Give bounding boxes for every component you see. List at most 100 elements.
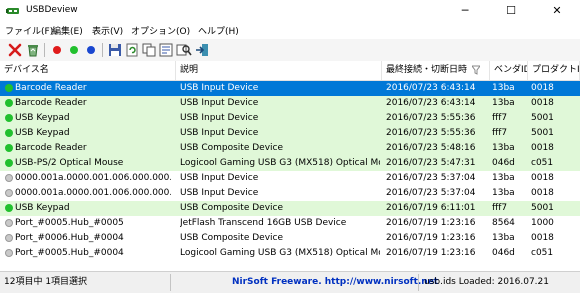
cell-description: USB Input Device xyxy=(180,113,259,123)
cell-product-id: 0018 xyxy=(531,98,554,108)
cell-description: Logicool Gaming USB G3 (MX518) Optical M… xyxy=(180,248,380,258)
cell-product-id: 5001 xyxy=(531,128,554,138)
cell-last-plug-date: 2016/07/19 1:23:16 xyxy=(386,233,476,243)
table-row[interactable]: Barcode Reader USB Composite Device 2016/0… xyxy=(0,141,580,156)
cell-description: USB Input Device xyxy=(180,128,259,138)
maximize-button[interactable]: ☐ xyxy=(488,0,534,22)
cell-vendor-id: fff7 xyxy=(492,128,508,138)
menu-edit[interactable]: 編集(E) xyxy=(52,24,83,37)
menu-file[interactable]: ファイル(F) xyxy=(5,24,53,37)
table-row[interactable]: Barcode Reader USB Input Device 2016/07/23… xyxy=(0,96,580,111)
nirsoft-link[interactable]: NirSoft Freeware. http://www.nirsoft.net xyxy=(232,275,438,290)
cell-description: USB Composite Device xyxy=(180,233,284,243)
table-row[interactable]: Port_#0005.Hub_#0005 JetFlash Transcend 1… xyxy=(0,216,580,231)
cell-description: USB Composite Device xyxy=(180,143,284,153)
exit-icon[interactable] xyxy=(194,42,210,58)
cell-device-name: 0000.001a.0000.001.006.000.000.000.000 xyxy=(15,173,171,183)
cell-last-plug-date: 2016/07/23 5:37:04 xyxy=(386,188,476,198)
table-row[interactable]: USB Keypad USB Input Device 2016/07/23 5:5… xyxy=(0,111,580,126)
device-list[interactable]: デバイス名 説明 最終接続・切断日時 ベンダID プロダクトID Barcode… xyxy=(0,61,580,271)
cell-last-plug-date: 2016/07/23 5:37:04 xyxy=(386,173,476,183)
status-bar: 12項目中 1項目選択 NirSoft Freeware. http://www… xyxy=(0,271,580,293)
red-dot-icon[interactable] xyxy=(49,42,65,58)
blue-dot-icon[interactable] xyxy=(83,42,99,58)
close-button[interactable]: ✕ xyxy=(534,0,580,22)
cell-device-name: USB Keypad xyxy=(15,128,70,138)
connected-status-icon xyxy=(5,99,13,107)
title-bar: USBDeview ─ ☐ ✕ xyxy=(0,0,580,22)
table-row[interactable]: 0000.001a.0000.001.006.000.000.000.000 US… xyxy=(0,171,580,186)
cell-last-plug-date: 2016/07/23 5:48:16 xyxy=(386,143,476,153)
copy-icon[interactable] xyxy=(141,42,157,58)
cell-device-name: USB-PS/2 Optical Mouse xyxy=(15,158,124,168)
window-title: USBDeview xyxy=(26,5,78,15)
delete-x-icon[interactable] xyxy=(7,42,23,58)
cell-description: JetFlash Transcend 16GB USB Device xyxy=(180,218,347,228)
properties-icon[interactable] xyxy=(158,42,174,58)
cell-last-plug-date: 2016/07/19 6:11:01 xyxy=(386,203,476,213)
save-icon[interactable] xyxy=(107,42,123,58)
cell-product-id: 5001 xyxy=(531,113,554,123)
cell-vendor-id: 13ba xyxy=(492,98,515,108)
status-item-count: 12項目中 1項目選択 xyxy=(4,277,88,287)
cell-vendor-id: 046d xyxy=(492,248,515,258)
search-icon[interactable] xyxy=(176,42,192,58)
table-row[interactable]: USB Keypad USB Input Device 2016/07/23 5:5… xyxy=(0,126,580,141)
disconnected-status-icon xyxy=(5,189,13,197)
toolbar-separator xyxy=(102,43,103,57)
cell-description: USB Input Device xyxy=(180,188,259,198)
usbdeview-app-icon xyxy=(6,8,19,14)
table-row[interactable]: Barcode Reader USB Input Device 2016/07/23… xyxy=(0,81,580,96)
disconnected-status-icon xyxy=(5,234,13,242)
column-header-device-name[interactable]: デバイス名 xyxy=(0,61,176,80)
cell-last-plug-date: 2016/07/23 5:47:31 xyxy=(386,158,476,168)
column-header-description[interactable]: 説明 xyxy=(176,61,382,80)
status-usbids-loaded: usb.ids Loaded: 2016.07.21 xyxy=(424,277,549,287)
cell-product-id: 0018 xyxy=(531,143,554,153)
cell-description: USB Input Device xyxy=(180,83,259,93)
table-row[interactable]: 0000.001a.0000.001.006.000.000.000.000 US… xyxy=(0,186,580,201)
cell-description: USB Composite Device xyxy=(180,203,284,213)
table-row[interactable]: USB Keypad USB Composite Device 2016/07/19… xyxy=(0,201,580,216)
connected-status-icon xyxy=(5,84,13,92)
minimize-button[interactable]: ─ xyxy=(442,0,488,22)
cell-vendor-id: 13ba xyxy=(492,143,515,153)
column-header-vendor-id[interactable]: ベンダID xyxy=(490,61,528,80)
menu-help[interactable]: ヘルプ(H) xyxy=(198,24,239,37)
cell-last-plug-date: 2016/07/23 6:43:14 xyxy=(386,83,476,93)
table-row[interactable]: USB-PS/2 Optical Mouse Logicool Gaming US… xyxy=(0,156,580,171)
toolbar-separator xyxy=(44,43,45,57)
cell-vendor-id: 8564 xyxy=(492,218,515,228)
cell-vendor-id: fff7 xyxy=(492,203,508,213)
table-row[interactable]: Port_#0005.Hub_#0004 Logicool Gaming USB … xyxy=(0,246,580,261)
refresh-icon[interactable] xyxy=(124,42,140,58)
status-divider xyxy=(418,274,419,291)
cell-last-plug-date: 2016/07/19 1:23:16 xyxy=(386,248,476,258)
menu-options[interactable]: オプション(O) xyxy=(131,24,190,37)
cell-product-id: c051 xyxy=(531,248,554,258)
connected-status-icon xyxy=(5,114,13,122)
cell-product-id: 0018 xyxy=(531,188,554,198)
cell-device-name: Barcode Reader xyxy=(15,143,87,153)
cell-product-id: 0018 xyxy=(531,83,554,93)
green-dot-icon[interactable] xyxy=(66,42,82,58)
menu-bar: ファイル(F) 編集(E) 表示(V) オプション(O) ヘルプ(H) xyxy=(0,22,580,39)
disconnected-status-icon xyxy=(5,249,13,257)
cell-vendor-id: 046d xyxy=(492,158,515,168)
cell-device-name: Port_#0005.Hub_#0005 xyxy=(15,218,124,228)
connected-status-icon xyxy=(5,159,13,167)
cell-last-plug-date: 2016/07/19 1:23:16 xyxy=(386,218,476,228)
cell-device-name: Barcode Reader xyxy=(15,83,87,93)
cell-product-id: c051 xyxy=(531,158,554,168)
cell-device-name: USB Keypad xyxy=(15,203,70,213)
cell-last-plug-date: 2016/07/23 5:55:36 xyxy=(386,128,476,138)
menu-view[interactable]: 表示(V) xyxy=(92,24,123,37)
recycle-icon[interactable] xyxy=(25,42,41,58)
table-row[interactable]: Port_#0006.Hub_#0004 USB Composite Device… xyxy=(0,231,580,246)
cell-product-id: 0018 xyxy=(531,173,554,183)
connected-status-icon xyxy=(5,144,13,152)
cell-device-name: Port_#0005.Hub_#0004 xyxy=(15,248,124,258)
column-header-product-id[interactable]: プロダクトID xyxy=(528,61,580,80)
cell-product-id: 1000 xyxy=(531,218,554,228)
disconnected-status-icon xyxy=(5,174,13,182)
